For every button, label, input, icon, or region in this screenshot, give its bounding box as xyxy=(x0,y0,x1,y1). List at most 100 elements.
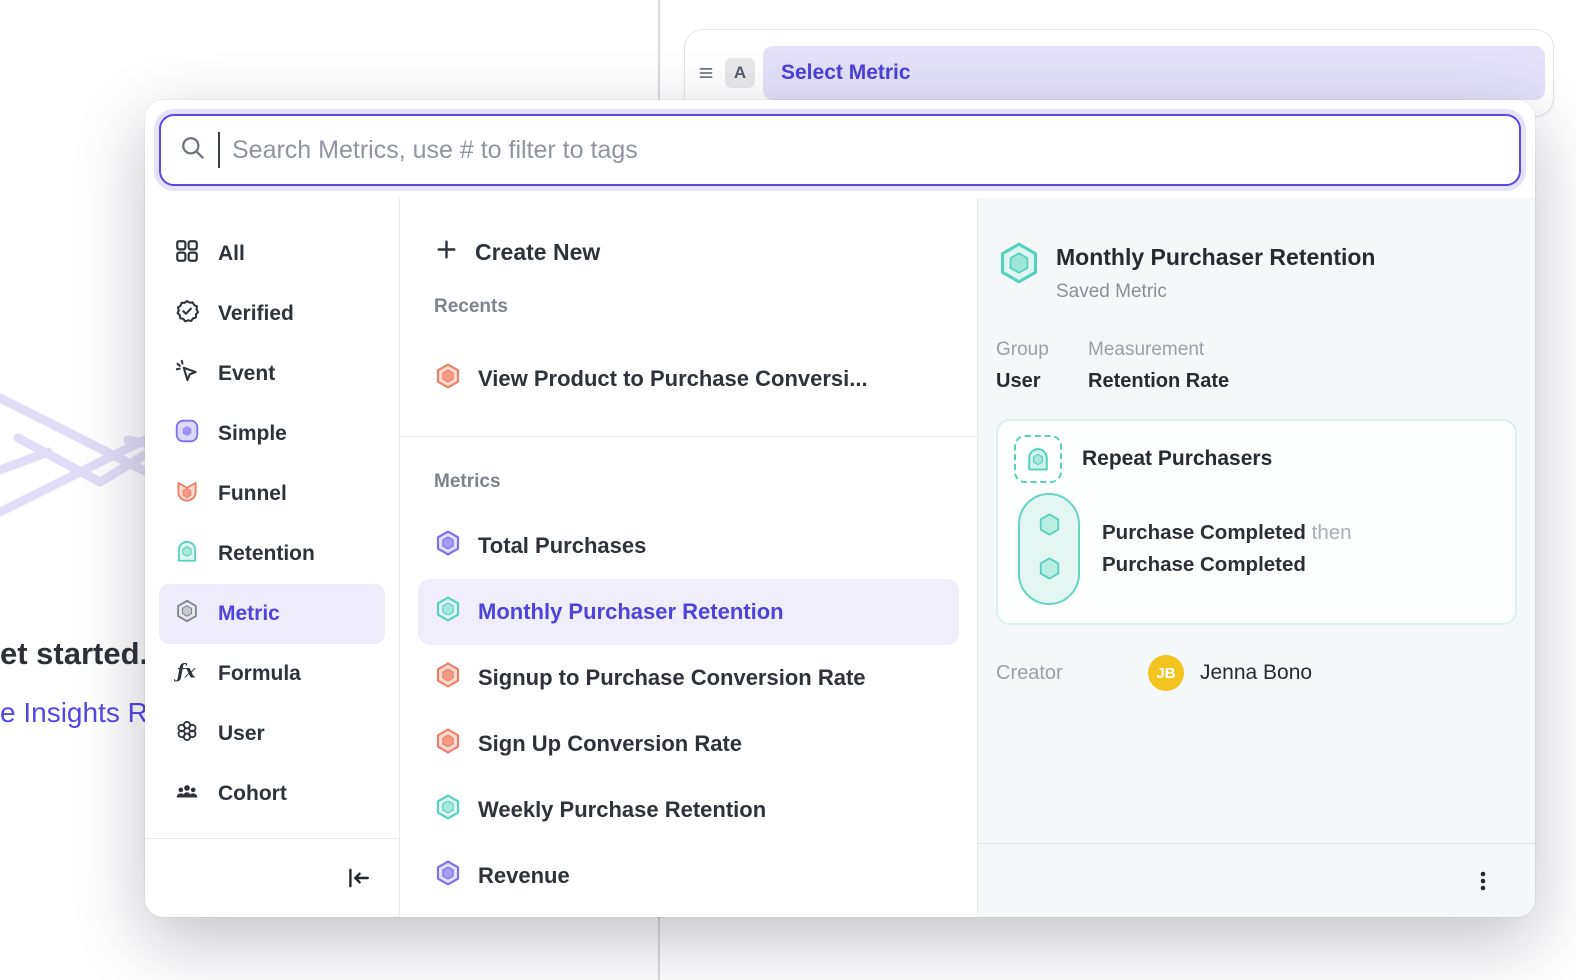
metric-item-label: Total Purchases xyxy=(478,533,646,559)
cohort-people-icon xyxy=(174,778,200,810)
retention-cohort-icon xyxy=(1014,435,1062,483)
metric-item-monthly-purchaser-retention[interactable]: Monthly Purchaser Retention xyxy=(418,579,959,645)
funnel-metric-icon xyxy=(434,661,462,695)
plus-icon xyxy=(434,237,459,268)
group-value: User xyxy=(996,370,1088,393)
recent-item-view-product-to-purchase[interactable]: View Product to Purchase Conversi... xyxy=(418,346,959,412)
metric-item-label: Weekly Purchase Retention xyxy=(478,797,766,823)
sidebar-item-label: Metric xyxy=(218,602,280,626)
screen: et started. e Insights Re A Select Metri… xyxy=(0,0,1576,980)
kebab-menu-icon[interactable] xyxy=(1471,869,1495,893)
retention-metric-icon xyxy=(174,538,200,570)
recents-section-label: Recents xyxy=(418,296,959,320)
sidebar-item-label: Funnel xyxy=(218,482,287,506)
verified-badge-icon xyxy=(174,298,200,330)
select-metric-button[interactable]: Select Metric xyxy=(763,46,1545,100)
measurement-value: Retention Rate xyxy=(1088,370,1229,393)
sidebar-item-simple[interactable]: Simple xyxy=(159,404,385,464)
sidebar-item-metric[interactable]: Metric xyxy=(159,584,385,644)
funnel-metric-icon xyxy=(174,478,200,510)
creator-avatar: JB xyxy=(1148,655,1184,691)
select-metric-label: Select Metric xyxy=(781,61,911,85)
detail-metric-title: Monthly Purchaser Retention xyxy=(1056,244,1375,271)
metric-item-sign-up-conversion-rate[interactable]: Sign Up Conversion Rate xyxy=(418,711,959,777)
list-section-divider xyxy=(400,436,977,437)
background-headline-fragment: et started. xyxy=(0,636,148,672)
sidebar-item-all[interactable]: All xyxy=(159,224,385,284)
event-sequence-pill xyxy=(1018,493,1080,605)
group-label: Group xyxy=(996,339,1088,361)
simple-metric-icon xyxy=(434,529,462,563)
detail-metric-type: Saved Metric xyxy=(1056,281,1375,303)
sidebar-item-label: All xyxy=(218,242,245,266)
user-cluster-icon xyxy=(174,718,200,750)
sidebar-item-label: User xyxy=(218,722,265,746)
metric-item-label: Revenue xyxy=(478,863,570,889)
sidebar-item-label: Formula xyxy=(218,662,301,686)
metric-item-signup-to-purchase-conversion-rate[interactable]: Signup to Purchase Conversion Rate xyxy=(418,645,959,711)
event-hexagon-icon xyxy=(1036,511,1063,543)
sidebar-footer xyxy=(145,838,399,917)
create-new-label: Create New xyxy=(475,239,600,266)
formula-icon: ƒx xyxy=(174,658,200,690)
retention-step-1-event: Purchase Completed xyxy=(1102,521,1306,544)
simple-metric-icon xyxy=(174,418,200,450)
creator-label: Creator xyxy=(996,662,1148,685)
saved-metric-icon xyxy=(174,598,200,630)
metric-item-revenue[interactable]: Revenue xyxy=(418,843,959,909)
block-letter-badge: A xyxy=(725,58,755,88)
search-section xyxy=(145,100,1535,198)
text-caret xyxy=(218,132,220,168)
drag-handle-icon[interactable] xyxy=(691,58,721,88)
svg-text:ƒx: ƒx xyxy=(174,662,197,683)
retention-step-1: Purchase Completed then xyxy=(1102,521,1352,545)
search-input[interactable] xyxy=(232,136,1501,165)
retention-then-label: then xyxy=(1312,521,1352,544)
event-cursor-icon xyxy=(174,358,200,390)
picker-body: All Verified Event Simple xyxy=(145,198,1535,917)
background-insights-link-fragment[interactable]: e Insights Re xyxy=(0,697,163,729)
retention-definition-card: Repeat Purchasers Purchase Completed the… xyxy=(996,419,1517,625)
sidebar-item-event[interactable]: Event xyxy=(159,344,385,404)
grid-icon xyxy=(174,238,200,270)
funnel-metric-icon xyxy=(434,727,462,761)
retention-step-2: Purchase Completed xyxy=(1102,553,1352,577)
metric-item-total-purchases[interactable]: Total Purchases xyxy=(418,513,959,579)
recent-item-label: View Product to Purchase Conversi... xyxy=(478,366,868,392)
sidebar-item-funnel[interactable]: Funnel xyxy=(159,464,385,524)
sidebar-item-label: Cohort xyxy=(218,782,287,806)
metric-item-label: Monthly Purchaser Retention xyxy=(478,599,784,625)
retention-metric-icon xyxy=(434,793,462,827)
funnel-metric-icon xyxy=(434,362,462,396)
results-list: Create New Recents View Product to Purch… xyxy=(400,198,978,917)
sidebar-item-retention[interactable]: Retention xyxy=(159,524,385,584)
creator-name: Jenna Bono xyxy=(1200,661,1312,685)
search-icon xyxy=(179,134,206,166)
retention-step-2-event: Purchase Completed xyxy=(1102,553,1306,576)
retention-metric-icon xyxy=(996,240,1042,303)
measurement-label: Measurement xyxy=(1088,339,1229,361)
create-new-button[interactable]: Create New xyxy=(418,224,959,280)
sidebar-item-label: Retention xyxy=(218,542,315,566)
filter-sidebar: All Verified Event Simple xyxy=(145,198,400,917)
sidebar-item-label: Event xyxy=(218,362,275,386)
simple-metric-icon xyxy=(434,859,462,893)
detail-footer xyxy=(978,843,1535,917)
retention-definition-title: Repeat Purchasers xyxy=(1082,447,1272,471)
search-field[interactable] xyxy=(159,114,1521,186)
event-hexagon-icon xyxy=(1036,555,1063,587)
sidebar-item-user[interactable]: User xyxy=(159,704,385,764)
sidebar-item-label: Simple xyxy=(218,422,287,446)
collapse-sidebar-icon[interactable] xyxy=(345,865,371,891)
metric-item-weekly-purchase-retention[interactable]: Weekly Purchase Retention xyxy=(418,777,959,843)
retention-metric-icon xyxy=(434,595,462,629)
sidebar-item-label: Verified xyxy=(218,302,294,326)
metric-item-label: Sign Up Conversion Rate xyxy=(478,731,742,757)
metric-item-label: Signup to Purchase Conversion Rate xyxy=(478,665,866,691)
sidebar-item-formula[interactable]: ƒx Formula xyxy=(159,644,385,704)
sidebar-item-cohort[interactable]: Cohort xyxy=(159,764,385,824)
metric-detail-panel: Monthly Purchaser Retention Saved Metric… xyxy=(978,198,1535,917)
metrics-section-label: Metrics xyxy=(418,471,959,495)
metric-picker-popover: All Verified Event Simple xyxy=(145,100,1535,917)
sidebar-item-verified[interactable]: Verified xyxy=(159,284,385,344)
